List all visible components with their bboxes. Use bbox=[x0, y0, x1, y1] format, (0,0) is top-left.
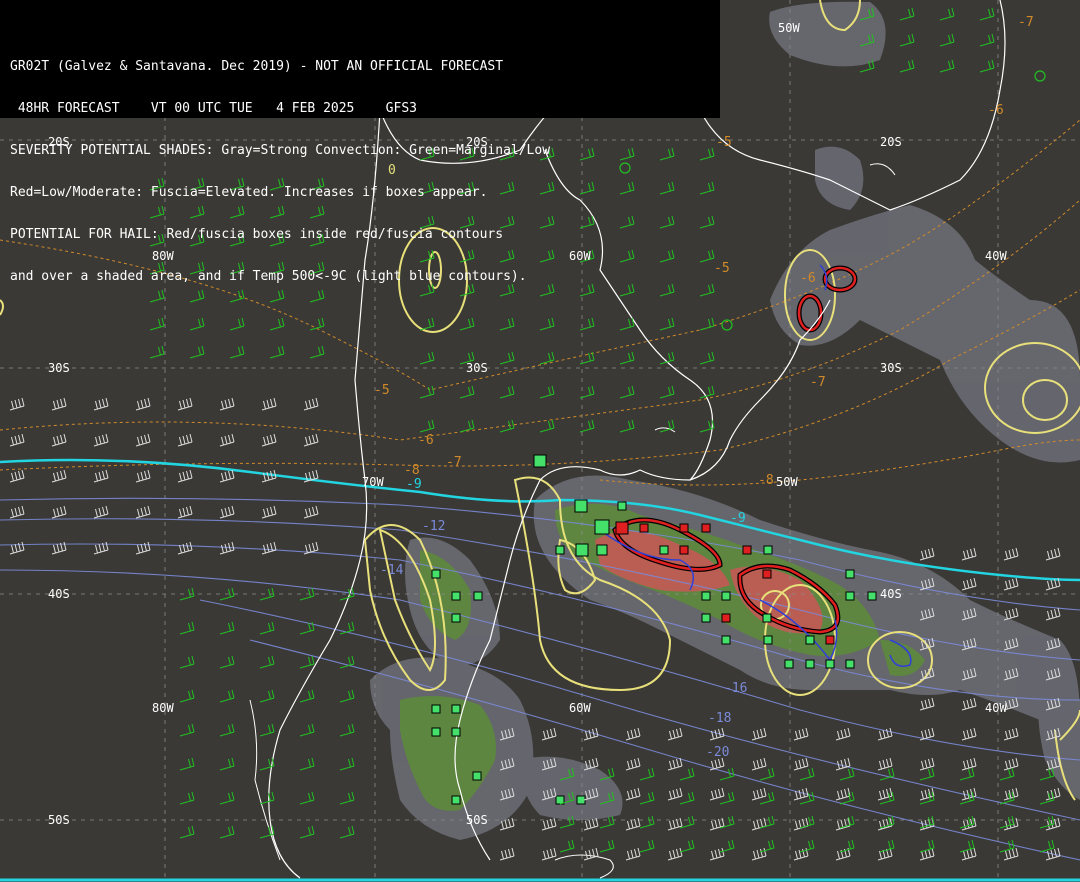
grid-label: 40S bbox=[48, 587, 70, 601]
grid-label: 70W bbox=[362, 475, 384, 489]
header-line: GR02T (Galvez & Santavana. Dec 2019) - N… bbox=[10, 59, 504, 74]
header-line: POTENTIAL FOR HAIL: Red/fuscia boxes ins… bbox=[10, 227, 504, 242]
grid-label: 30S bbox=[880, 361, 902, 375]
grid-label: 80W bbox=[152, 701, 174, 715]
grid-label: 40W bbox=[985, 249, 1007, 263]
orange-temp-label: -6 bbox=[988, 103, 1004, 118]
orange-temp-label: -6 bbox=[800, 271, 816, 286]
blue-temp-label: -20 bbox=[706, 745, 729, 760]
blue-temp-label: -9 bbox=[406, 477, 422, 492]
grid-label: 60W bbox=[569, 701, 591, 715]
orange-temp-label: -8 bbox=[758, 473, 774, 488]
orange-temp-label: -7 bbox=[1018, 15, 1034, 30]
grid-label: 50W bbox=[778, 21, 800, 35]
grid-label: 50S bbox=[48, 813, 70, 827]
orange-temp-label: -7 bbox=[446, 455, 462, 470]
header-line: SEVERITY POTENTIAL SHADES: Gray=Strong C… bbox=[10, 143, 551, 158]
grid-label: 20S bbox=[880, 135, 902, 149]
grid-label: 30S bbox=[466, 361, 488, 375]
blue-temp-label: -18 bbox=[708, 711, 731, 726]
header-line: and over a shaded area, and if Temp 500<… bbox=[10, 269, 527, 284]
grid-label: 40W bbox=[985, 701, 1007, 715]
grid-label: 40S bbox=[880, 587, 902, 601]
blue-temp-label: -14 bbox=[380, 563, 404, 578]
grid-label: 50S bbox=[466, 813, 488, 827]
orange-temp-label: -8 bbox=[404, 463, 420, 478]
blue-temp-label: -9 bbox=[730, 511, 746, 526]
blue-temp-label: -12 bbox=[422, 519, 445, 534]
forecast-header: GR02T (Galvez & Santavana. Dec 2019) - N… bbox=[0, 0, 720, 284]
blue-temp-label: -16 bbox=[724, 681, 747, 696]
header-line: Red=Low/Moderate: Fuscia=Elevated. Incre… bbox=[10, 185, 488, 200]
orange-temp-label: -7 bbox=[810, 375, 826, 390]
header-line: 48HR FORECAST VT 00 UTC TUE 4 FEB 2025 G… bbox=[10, 101, 417, 116]
orange-temp-label: -6 bbox=[418, 433, 434, 448]
orange-temp-label: -5 bbox=[374, 383, 390, 398]
grid-label: 50W bbox=[776, 475, 798, 489]
grid-label: 30S bbox=[48, 361, 70, 375]
